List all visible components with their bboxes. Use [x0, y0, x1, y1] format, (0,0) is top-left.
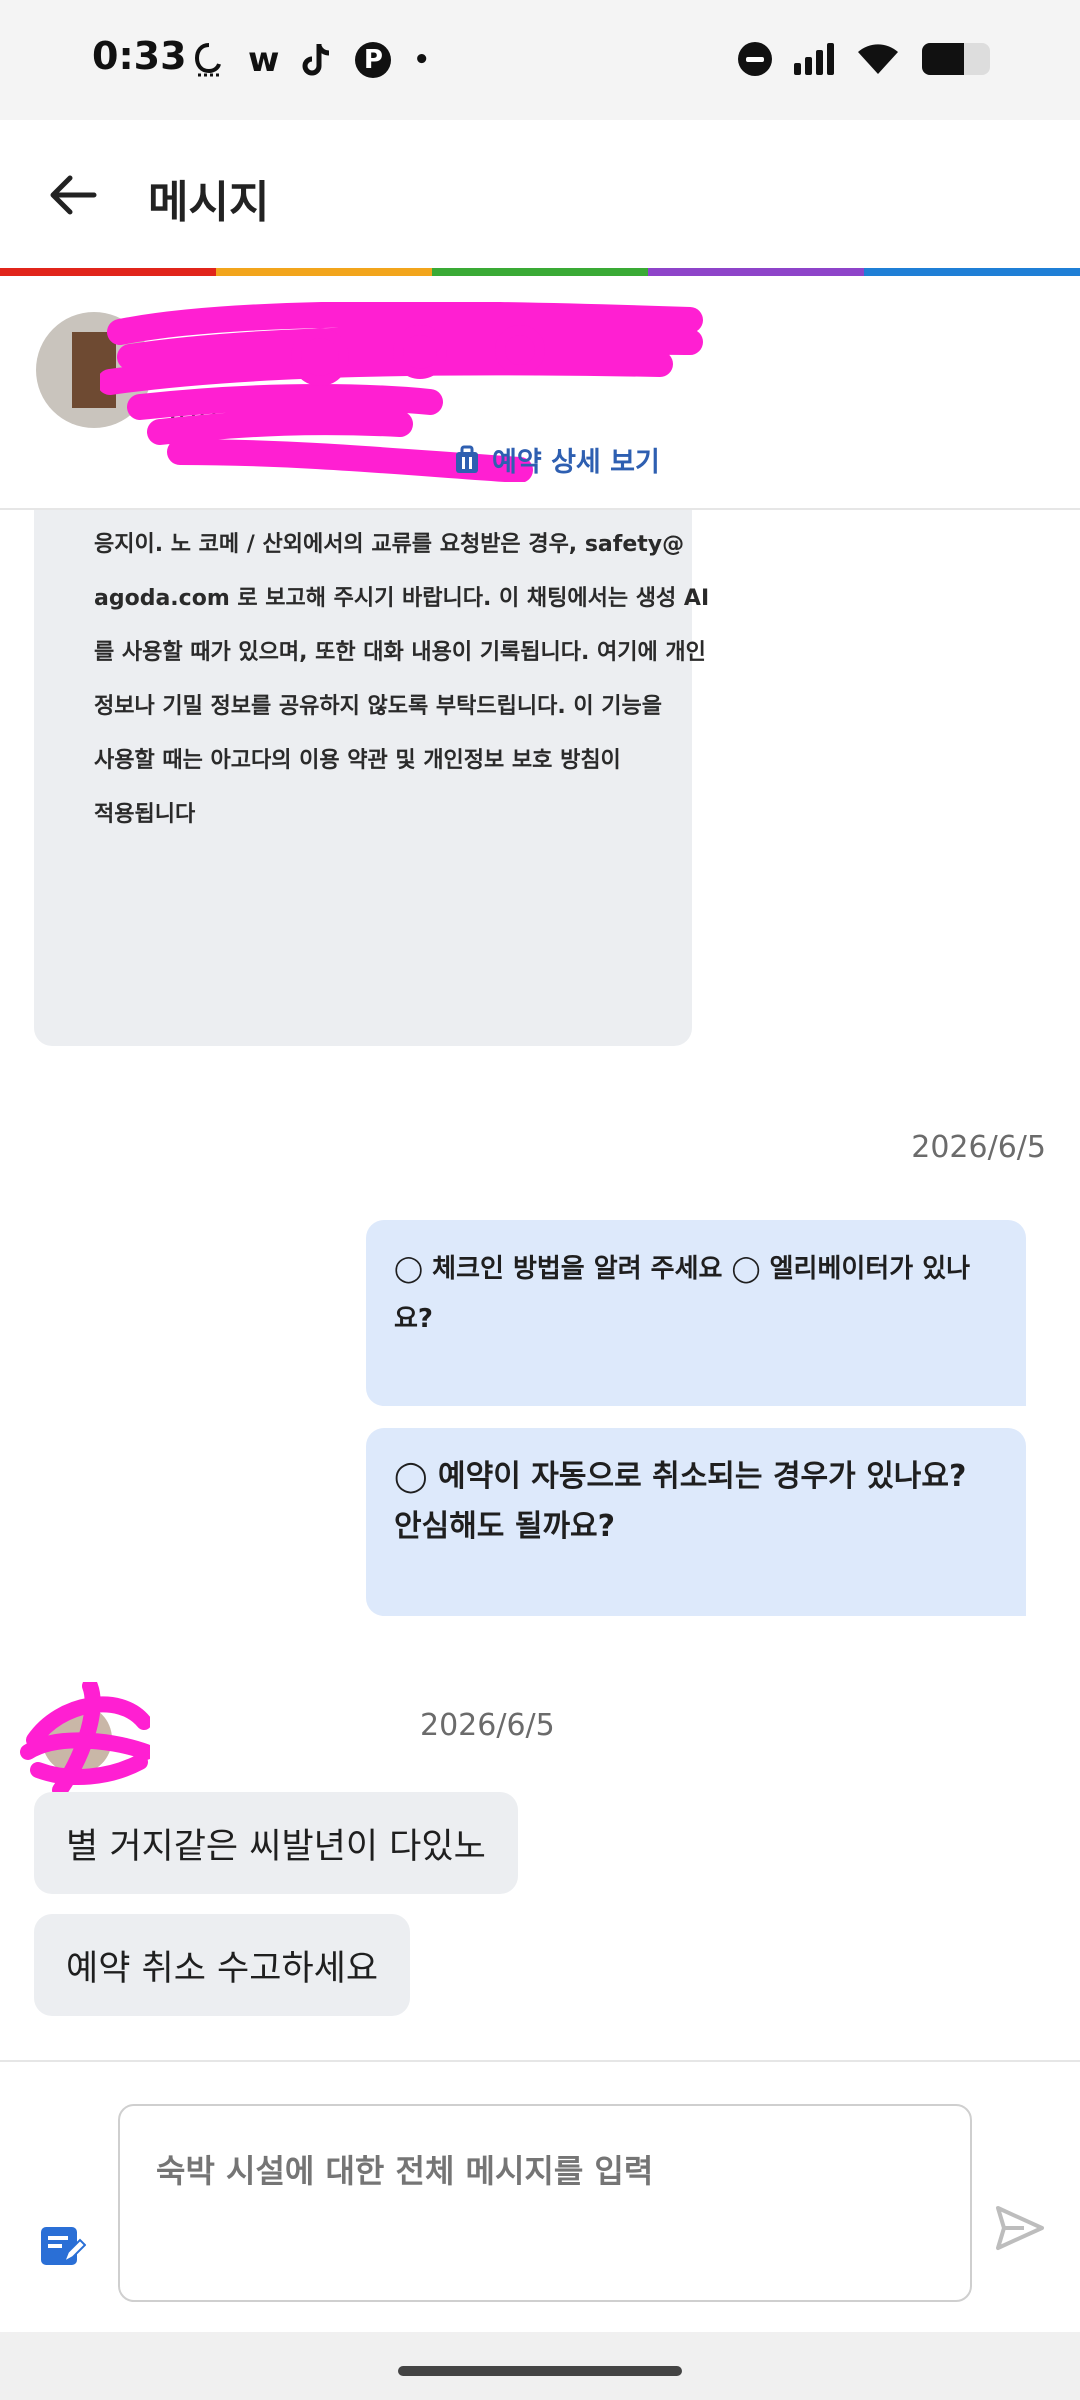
system-notice-bubble: 응지이. 노 코메 / 산외에서의 교류를 요청받은 경우, safety@ a… [34, 510, 710, 1046]
message-date: 2026/6/5 [911, 1130, 1046, 1165]
outgoing-message-line: ◯ 예약이 자동으로 취소되는 경우가 있나요? [394, 1459, 967, 1494]
strip-segment-blue [864, 268, 1080, 276]
luggage-icon [456, 445, 478, 473]
system-notice-line: 적용됩니다 [94, 802, 196, 827]
outgoing-message-text: ◯ 예약이 자동으로 취소되는 경우가 있나요? 안심해도 될까요? [366, 1428, 1026, 1576]
w-app-icon: w [248, 40, 280, 80]
more-dot-icon: • [413, 45, 431, 75]
incoming-message[interactable]: 예약 취소 수고하세요 [34, 1914, 411, 2016]
battery-icon [922, 43, 990, 75]
system-notice-line: 정보나 기밀 정보를 공유하지 않도록 부탁드립니다. 이 기능을 [94, 694, 662, 719]
incoming-message-text: 예약 취소 수고하세요 [66, 1948, 379, 1989]
outgoing-message[interactable]: ◯ 체크인 방법을 알려 주세요 ◯ 엘리베이터가 있나요? [366, 1220, 1026, 1406]
system-notice-text: 응지이. 노 코메 / 산외에서의 교류를 요청받은 경우, safety@ a… [94, 518, 710, 842]
outgoing-message-text: ◯ 체크인 방법을 알려 주세요 ◯ 엘리베이터가 있나요? [394, 1254, 971, 1334]
send-icon[interactable] [994, 2202, 1046, 2254]
wifi-icon [858, 44, 898, 74]
system-notice-line: 사용할 때는 아고다의 이용 약관 및 개인정보 보호 방침이 [94, 748, 621, 773]
message-composer: 숙박 시설에 대한 전체 메시지를 입력 [0, 2060, 1080, 2332]
tiktok-icon [302, 44, 330, 76]
sender-avatar [20, 1682, 150, 1794]
system-notice-line: 를 사용할 때가 있으며, 또한 대화 내용이 기록됩니다. 여기에 개인 [94, 640, 706, 665]
system-notice-line: 응지이. 노 코메 / 산외에서의 교류를 요청받은 경우, safety@ [94, 532, 685, 557]
strip-segment-orange [216, 268, 432, 276]
strip-segment-red [0, 268, 216, 276]
system-navigation-bar [0, 2332, 1080, 2400]
status-bar: 0:33 w P • [0, 0, 1080, 120]
system-status-icons [738, 42, 990, 76]
app-header: 메시지 [0, 120, 1080, 270]
home-indicator[interactable] [398, 2366, 682, 2376]
booking-summary-card: Jun 12 - 13 예약 상세 보기 [0, 276, 1080, 510]
signal-icon [794, 43, 834, 75]
strip-segment-purple [648, 268, 864, 276]
message-input[interactable]: 숙박 시설에 대한 전체 메시지를 입력 [118, 2104, 972, 2302]
brand-color-strip [0, 268, 1080, 276]
do-not-disturb-icon [738, 42, 772, 76]
back-arrow-icon[interactable] [46, 168, 100, 222]
message-date: 2026/6/5 [420, 1708, 555, 1743]
status-time: 0:33 [92, 34, 187, 78]
outgoing-message[interactable]: ◯ 예약이 자동으로 취소되는 경우가 있나요? 안심해도 될까요? [366, 1428, 1026, 1616]
view-booking-details-label: 예약 상세 보기 [492, 447, 660, 478]
page-title: 메시지 [148, 177, 270, 228]
incoming-message[interactable]: 별 거지같은 씨발년이 다있노 [34, 1792, 518, 1894]
threads-icon [194, 43, 221, 77]
pinterest-icon: P [355, 42, 392, 78]
message-input-placeholder: 숙박 시설에 대한 전체 메시지를 입력 [156, 2152, 654, 2190]
outgoing-message-line: 안심해도 될까요? [394, 1509, 616, 1544]
incoming-message-text: 별 거지같은 씨발년이 다있노 [66, 1826, 486, 1867]
strip-segment-green [432, 268, 648, 276]
compose-template-icon[interactable] [38, 2222, 86, 2270]
system-notice-line: agoda.com 로 보고해 주시기 바랍니다. 이 채팅에서는 생성 AI [94, 586, 710, 611]
notification-icons: w P • [192, 40, 430, 80]
view-booking-details-link[interactable]: 예약 상세 보기 [454, 440, 660, 479]
chat-thread[interactable]: 응지이. 노 코메 / 산외에서의 교류를 요청받은 경우, safety@ a… [0, 510, 1080, 2060]
